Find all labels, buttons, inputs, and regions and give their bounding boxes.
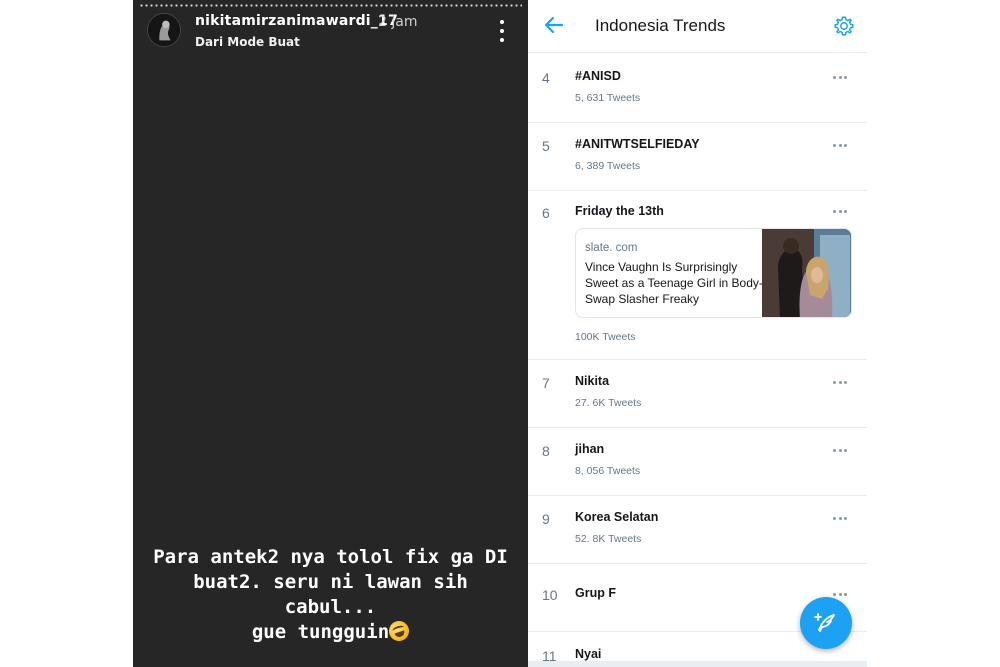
- caption-line-last: gue tungguin: [143, 618, 518, 645]
- trend-item[interactable]: 6 Friday the 13th slate. com Vince Vaugh…: [528, 191, 867, 360]
- trend-name[interactable]: jihan: [575, 442, 604, 456]
- trend-count: 8, 056 Tweets: [575, 465, 641, 477]
- trend-item[interactable]: 7 Nikita 27. 6K Tweets: [528, 360, 867, 428]
- more-horizontal-icon[interactable]: [833, 381, 847, 385]
- compose-tweet-icon: [814, 613, 835, 632]
- story-username[interactable]: nikitamirzanimawardi_17: [195, 13, 398, 29]
- gear-icon[interactable]: [833, 15, 855, 37]
- story-progress-bar: [139, 4, 522, 7]
- caption-line: Para antek2 nya tolol fix ga DI: [153, 546, 508, 568]
- page-title: Indonesia Trends: [595, 16, 726, 35]
- trend-rank: 9: [542, 511, 550, 527]
- trend-name[interactable]: #ANITWTSELFIEDAY: [575, 137, 700, 151]
- trend-rank: 8: [542, 443, 550, 459]
- bottom-bar: [528, 661, 867, 667]
- more-horizontal-icon[interactable]: [833, 144, 847, 148]
- trend-count: 5, 631 Tweets: [575, 92, 641, 104]
- more-vertical-icon[interactable]: [495, 20, 509, 42]
- instagram-story: nikitamirzanimawardi_17 2 jam Dari Mode …: [133, 0, 528, 667]
- trend-rank: 5: [542, 138, 550, 154]
- more-horizontal-icon[interactable]: [833, 76, 847, 80]
- news-card[interactable]: slate. com Vince Vaughn Is Surprisingly …: [575, 228, 852, 318]
- trend-count: 52. 8K Tweets: [575, 533, 642, 545]
- trend-rank: 6: [542, 205, 550, 221]
- trend-count: 27. 6K Tweets: [575, 397, 642, 409]
- more-horizontal-icon[interactable]: [833, 593, 847, 597]
- trend-rank: 4: [542, 70, 550, 86]
- story-caption: Para antek2 nya tolol fix ga DI buat2. s…: [143, 545, 518, 645]
- caption-line: buat2. seru ni lawan sih cabul...: [193, 571, 468, 618]
- trend-rank: 10: [542, 587, 558, 603]
- header: Indonesia Trends: [528, 0, 867, 53]
- trend-item[interactable]: 4 #ANISD 5, 631 Tweets: [528, 53, 867, 123]
- trend-name[interactable]: Friday the 13th: [575, 204, 664, 218]
- card-domain: slate. com: [585, 242, 638, 254]
- trend-count: 100K Tweets: [575, 331, 636, 343]
- trend-item[interactable]: 5 #ANITWTSELFIEDAY 6, 389 Tweets: [528, 123, 867, 191]
- trend-name[interactable]: Nikita: [575, 374, 609, 388]
- trend-count: 6, 389 Tweets: [575, 160, 641, 172]
- trend-item[interactable]: 9 Korea Selatan 52. 8K Tweets: [528, 496, 867, 564]
- story-subtitle: Dari Mode Buat: [195, 35, 300, 49]
- trend-rank: 7: [542, 375, 550, 391]
- arrow-left-icon[interactable]: [544, 14, 564, 36]
- avatar[interactable]: [147, 13, 181, 47]
- more-horizontal-icon[interactable]: [833, 517, 847, 521]
- trend-name[interactable]: #ANISD: [575, 69, 621, 83]
- card-thumbnail-image[interactable]: [762, 229, 852, 318]
- more-horizontal-icon[interactable]: [833, 210, 847, 214]
- trend-name[interactable]: Nyai: [575, 647, 601, 661]
- compose-tweet-button[interactable]: [800, 597, 852, 649]
- story-timestamp: 2 jam: [378, 14, 418, 30]
- trend-name[interactable]: Korea Selatan: [575, 510, 658, 524]
- trend-item[interactable]: 8 jihan 8, 056 Tweets: [528, 428, 867, 496]
- more-horizontal-icon[interactable]: [833, 449, 847, 453]
- trend-name[interactable]: Grup F: [575, 586, 616, 600]
- rolling-laughing-emoji-icon: [386, 618, 412, 644]
- twitter-trends-screen: Indonesia Trends 4 #ANISD 5, 631 Tweets …: [528, 0, 867, 667]
- card-headline[interactable]: Vince Vaughn Is Surprisingly Sweet as a …: [585, 259, 765, 307]
